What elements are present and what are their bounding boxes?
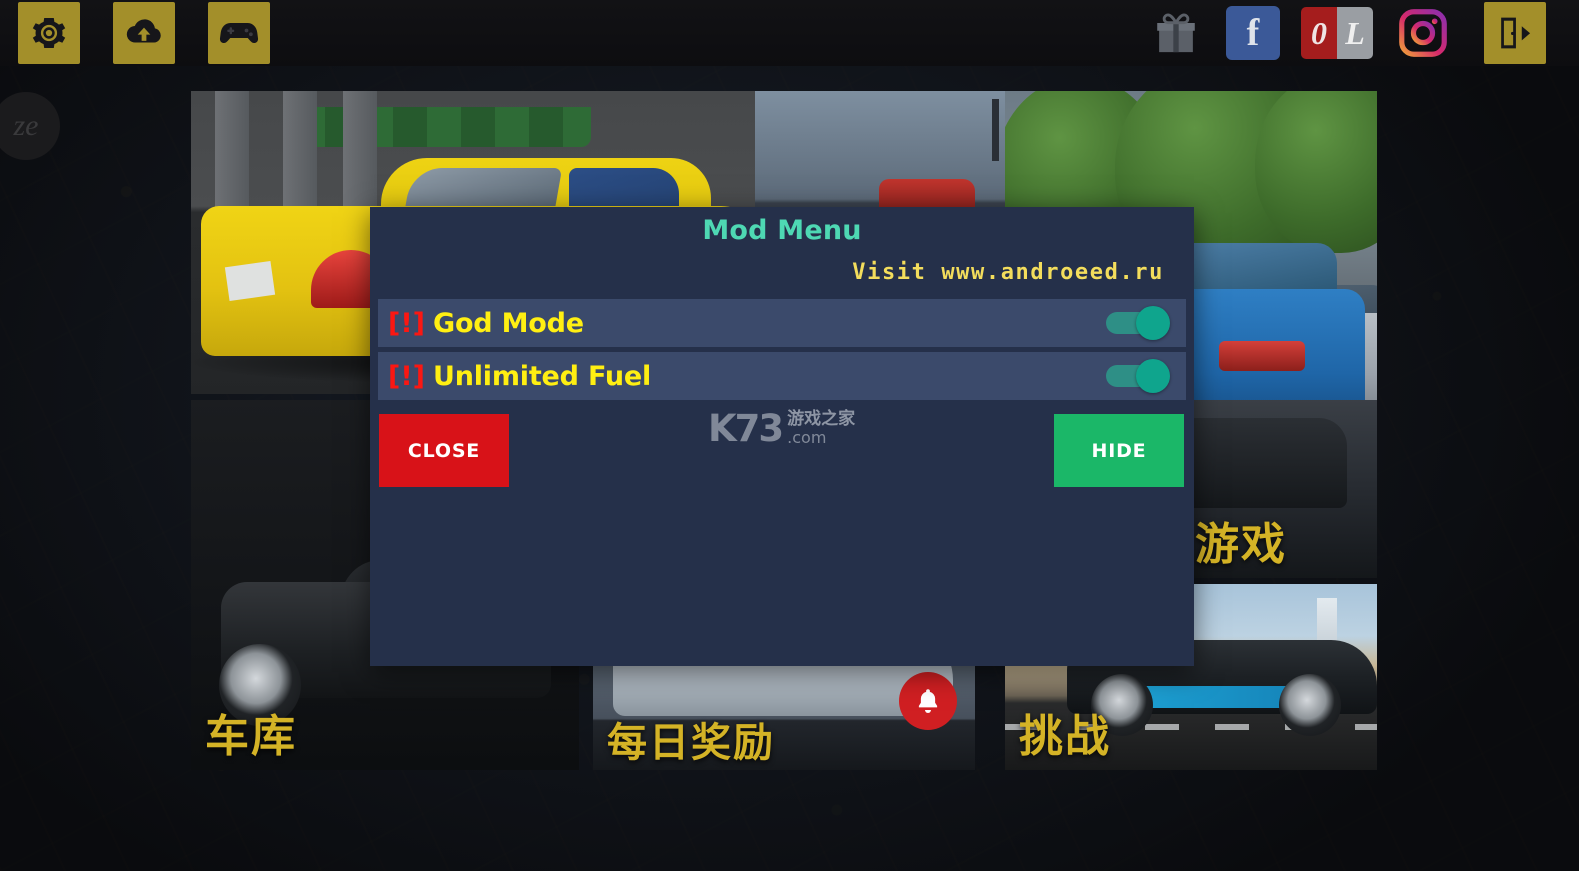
traffic-pole bbox=[992, 99, 999, 161]
exit-door-icon bbox=[1501, 17, 1531, 49]
building-awning bbox=[291, 107, 591, 147]
warning-prefix-icon: [!] bbox=[388, 307, 425, 339]
tile-games-caption: 游戏 bbox=[1195, 519, 1287, 570]
watermark-chinese: 游戏之家 bbox=[787, 409, 856, 429]
settings-button[interactable] bbox=[18, 2, 80, 64]
cloud-upload-button[interactable] bbox=[113, 2, 175, 64]
ol-button[interactable]: 0 L bbox=[1301, 6, 1373, 60]
facebook-button[interactable]: f bbox=[1226, 6, 1280, 60]
k73-watermark: K73 游戏之家 .com bbox=[708, 410, 855, 447]
taxi-plate bbox=[224, 260, 276, 302]
gamepad-icon bbox=[219, 23, 259, 43]
bell-icon bbox=[918, 689, 938, 713]
facebook-icon: f bbox=[1246, 12, 1260, 54]
tile-daily[interactable]: 每日奖励 bbox=[593, 658, 975, 770]
gift-icon bbox=[1157, 13, 1195, 53]
controller-button[interactable] bbox=[208, 2, 270, 64]
option-row-god-mode[interactable]: [!] God Mode bbox=[378, 299, 1186, 347]
app-screen: ze 车库 每日奖励 游戏 挑战 f 0 L Mod Menu Visit ww… bbox=[0, 0, 1579, 871]
instagram-icon bbox=[1399, 9, 1447, 57]
option-label-unlimited-fuel: Unlimited Fuel bbox=[433, 360, 652, 392]
gift-button[interactable] bbox=[1149, 6, 1203, 60]
warning-prefix-icon: [!] bbox=[388, 360, 425, 392]
watermark-domain: .com bbox=[787, 428, 827, 447]
cloud-upload-icon bbox=[126, 19, 161, 43]
hide-button[interactable]: HIDE bbox=[1054, 414, 1184, 487]
exit-button[interactable] bbox=[1484, 2, 1546, 64]
instagram-button[interactable] bbox=[1396, 6, 1450, 60]
option-label-god-mode: God Mode bbox=[433, 307, 584, 339]
top-toolbar: f 0 L bbox=[0, 0, 1579, 66]
toggle-god-mode[interactable] bbox=[1106, 306, 1170, 340]
toggle-knob bbox=[1136, 359, 1170, 393]
wheel bbox=[1279, 674, 1341, 736]
watermark-brand: K73 bbox=[708, 407, 784, 450]
option-row-unlimited-fuel[interactable]: [!] Unlimited Fuel bbox=[378, 352, 1186, 400]
visit-url-text: Visit www.androeed.ru bbox=[852, 260, 1164, 285]
toggle-knob bbox=[1136, 306, 1170, 340]
toggle-unlimited-fuel[interactable] bbox=[1106, 359, 1170, 393]
close-button[interactable]: CLOSE bbox=[379, 414, 509, 487]
ol-logo-icon-second: L bbox=[1337, 7, 1373, 59]
tile-daily-caption: 每日奖励 bbox=[607, 720, 775, 766]
dialog-title: Mod Menu bbox=[702, 215, 862, 246]
mod-menu-dialog: Mod Menu Visit www.androeed.ru [!] God M… bbox=[370, 207, 1194, 666]
tile-black-car-caption: 车库 bbox=[205, 711, 297, 762]
daily-reward-badge[interactable] bbox=[899, 672, 957, 730]
gear-icon bbox=[32, 18, 66, 48]
ol-logo-icon: 0 bbox=[1301, 7, 1337, 59]
tile-challenge-caption: 挑战 bbox=[1019, 711, 1111, 762]
watermark-text-group: 游戏之家 .com bbox=[787, 410, 855, 446]
tail-light bbox=[1219, 341, 1305, 371]
